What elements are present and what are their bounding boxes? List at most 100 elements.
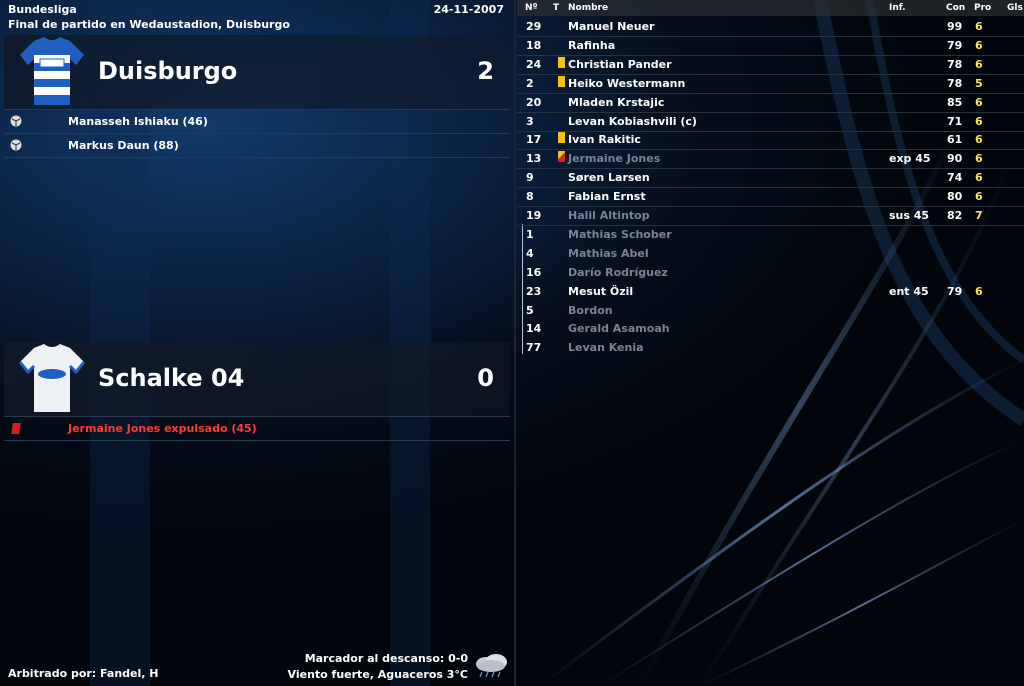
player-number: 17	[526, 133, 542, 147]
player-name: Søren Larsen	[568, 171, 650, 185]
player-name: Christian Pander	[568, 57, 672, 71]
player-name: Ivan Rakitic	[568, 133, 641, 147]
red-card-icon	[558, 151, 565, 163]
weather-label: Viento fuerte, Aguaceros 3°C	[287, 668, 468, 681]
player-name: Manuel Neuer	[568, 20, 655, 33]
player-name: Heiko Westermann	[568, 76, 686, 90]
table-row[interactable]: 20 Mladen Krstajic 85 6	[517, 93, 1024, 113]
lineup-table: Nº T Nombre Inf. Con Pro Gls 29 Manuel Ne…	[517, 0, 1024, 686]
player-condition: 85	[947, 95, 963, 109]
ball-icon	[10, 139, 22, 151]
competition-label: Bundesliga	[8, 3, 77, 16]
table-row[interactable]: 16 Darío Rodríguez	[517, 263, 1024, 282]
col-header-con[interactable]: Con	[946, 3, 965, 13]
yellow-card-icon	[558, 75, 565, 87]
player-rating: 6	[975, 57, 983, 71]
referee-label: Arbitrado por: Fandel, H	[8, 667, 159, 680]
table-row[interactable]: 24 Christian Pander 78 6	[517, 55, 1024, 75]
player-name: Levan Kenia	[568, 341, 644, 355]
table-row[interactable]: 19 Halil Altintop sus 45 82 7	[517, 206, 1024, 226]
player-condition: 80	[947, 190, 963, 204]
red-card-icon	[11, 423, 21, 434]
event-text: Manasseh Ishiaku (46)	[68, 115, 208, 128]
player-number: 14	[526, 322, 542, 336]
player-number: 29	[526, 20, 542, 33]
col-header-pro[interactable]: Pro	[974, 3, 991, 13]
player-number: 77	[526, 341, 542, 355]
event-text: Markus Daun (88)	[68, 139, 179, 152]
player-rating: 6	[975, 171, 983, 185]
player-number: 23	[526, 284, 542, 298]
table-row[interactable]: 29 Manuel Neuer 99 6	[517, 17, 1024, 37]
player-number: 20	[526, 95, 542, 109]
table-row[interactable]: 5 Bordon	[517, 301, 1024, 320]
table-row[interactable]: 23 Mesut Özil ent 45 79 6	[517, 282, 1024, 301]
player-condition: 71	[947, 114, 963, 128]
player-number: 5	[526, 303, 534, 317]
player-rating: 6	[975, 114, 983, 128]
yellow-card-icon	[558, 132, 565, 144]
player-info: sus 45	[889, 209, 930, 222]
table-row[interactable]: 3 Levan Kobiashvili (c) 71 6	[517, 112, 1024, 132]
player-rating: 6	[975, 284, 983, 298]
player-number: 9	[526, 171, 534, 185]
table-row[interactable]: 14 Gerald Asamoah	[517, 319, 1024, 338]
player-name: Mladen Krstajic	[568, 95, 665, 109]
player-condition: 79	[947, 38, 963, 52]
player-name: Mathias Abel	[568, 246, 649, 260]
player-name: Levan Kobiashvili (c)	[568, 114, 697, 128]
player-rating: 6	[975, 133, 983, 147]
col-header-name[interactable]: Nombre	[568, 3, 608, 13]
player-number: 19	[526, 209, 542, 222]
panel-divider	[514, 0, 516, 686]
home-team-name: Duisburgo	[98, 57, 238, 85]
player-condition: 90	[947, 152, 963, 166]
player-rating: 5	[975, 76, 983, 90]
table-row[interactable]: 13 Jermaine Jones exp 45 90 6	[517, 149, 1024, 170]
player-name: Fabian Ernst	[568, 190, 646, 204]
col-header-inf[interactable]: Inf.	[889, 3, 906, 13]
table-row[interactable]: 18 Rafinha 79 6	[517, 36, 1024, 56]
match-summary-panel: Bundesliga 24-11-2007 Final de partido e…	[0, 0, 512, 686]
player-condition: 82	[947, 209, 963, 222]
player-info: ent 45	[889, 284, 929, 298]
home-team-score: 2	[477, 57, 494, 85]
yellow-card-icon	[558, 56, 565, 68]
table-row[interactable]: 2 Heiko Westermann 78 5	[517, 74, 1024, 94]
player-number: 1	[526, 227, 534, 241]
match-date: 24-11-2007	[433, 3, 504, 16]
table-row[interactable]: 77 Levan Kenia	[517, 338, 1024, 357]
away-team-score: 0	[477, 364, 494, 392]
player-name: Gerald Asamoah	[568, 322, 670, 336]
player-rating: 6	[975, 38, 983, 52]
home-shirt-icon	[20, 37, 84, 105]
table-row[interactable]: 17 Ivan Rakitic 61 6	[517, 130, 1024, 151]
away-shirt-icon	[18, 344, 86, 412]
player-number: 3	[526, 114, 534, 128]
player-number: 13	[526, 152, 542, 166]
player-number: 18	[526, 38, 542, 52]
table-row[interactable]: 1 Mathias Schober	[517, 225, 1024, 244]
table-row[interactable]: 8 Fabian Ernst 80 6	[517, 187, 1024, 208]
col-header-gls[interactable]: Gls	[1007, 3, 1023, 13]
player-rating: 7	[975, 209, 983, 222]
table-row[interactable]: 4 Mathias Abel	[517, 244, 1024, 263]
player-rating: 6	[975, 20, 983, 33]
player-name: Darío Rodríguez	[568, 265, 668, 279]
col-header-t[interactable]: T	[553, 3, 559, 13]
player-condition: 78	[947, 57, 963, 71]
player-name: Jermaine Jones	[568, 152, 661, 166]
home-event-row: Manasseh Ishiaku (46)	[4, 109, 510, 133]
home-event-row: Markus Daun (88)	[4, 133, 510, 158]
table-row[interactable]: 9 Søren Larsen 74 6	[517, 168, 1024, 189]
player-condition: 79	[947, 284, 963, 298]
player-condition: 78	[947, 76, 963, 90]
player-name: Bordon	[568, 303, 613, 317]
player-info: exp 45	[889, 152, 931, 166]
player-rating: 6	[975, 95, 983, 109]
player-number: 8	[526, 190, 534, 204]
match-subtitle: Final de partido en Wedaustadion, Duisbu…	[8, 18, 290, 31]
player-condition: 74	[947, 171, 963, 185]
halftime-score: Marcador al descanso: 0-0	[304, 652, 468, 665]
col-header-num[interactable]: Nº	[525, 3, 538, 13]
